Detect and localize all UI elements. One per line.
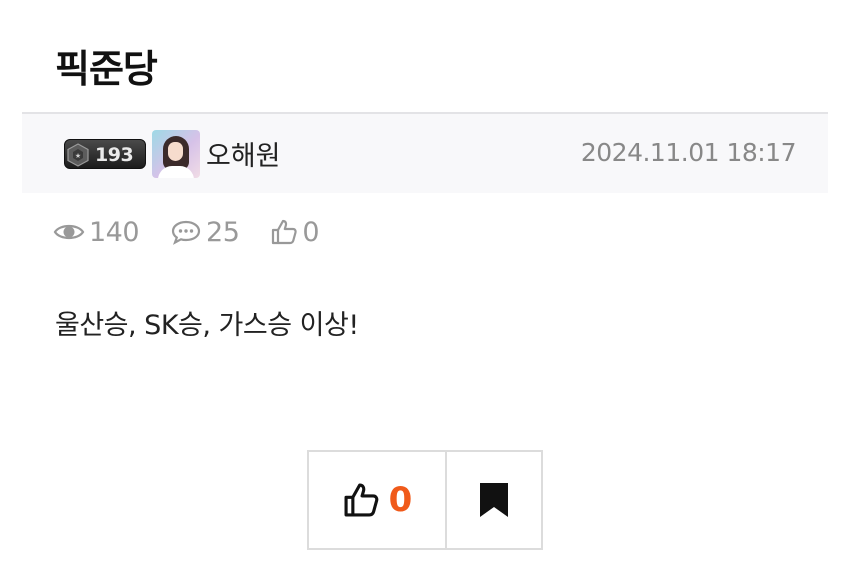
views-stat: 140 <box>53 216 140 248</box>
post-content: 울산승, SK승, 가스승 이상! <box>55 310 359 341</box>
author-name[interactable]: 오해원 <box>206 134 281 173</box>
likes-stat: 0 <box>270 216 320 248</box>
board-title[interactable]: 픽준당 <box>55 38 158 93</box>
speech-bubble-icon <box>171 220 201 245</box>
comments-stat: 25 <box>170 216 240 248</box>
thumbs-up-icon <box>344 483 378 517</box>
post-stats: 140 25 0 <box>53 214 350 250</box>
post-meta-bar: ★ 193 오해원 2024.11.01 18:17 <box>22 112 828 193</box>
level-badge: ★ 193 <box>64 139 146 169</box>
bookmark-button[interactable] <box>447 452 541 548</box>
bookmark-icon <box>480 483 508 517</box>
post-date: 2024.11.01 18:17 <box>580 138 797 167</box>
views-count: 140 <box>89 216 140 248</box>
post-page: 픽준당 ★ 193 오해원 2024.11.01 18:17 140 25 0 … <box>0 0 850 581</box>
avatar[interactable] <box>152 130 200 178</box>
level-number: 193 <box>95 144 134 166</box>
like-button[interactable]: 0 <box>309 452 447 548</box>
likes-count: 0 <box>302 216 320 248</box>
eye-icon <box>53 224 85 240</box>
svg-text:★: ★ <box>75 152 81 160</box>
post-actions: 0 <box>307 450 543 550</box>
comments-count: 25 <box>206 216 240 248</box>
thumbs-up-icon <box>272 219 298 245</box>
like-button-count: 0 <box>388 480 413 520</box>
level-emblem-icon: ★ <box>67 143 89 167</box>
